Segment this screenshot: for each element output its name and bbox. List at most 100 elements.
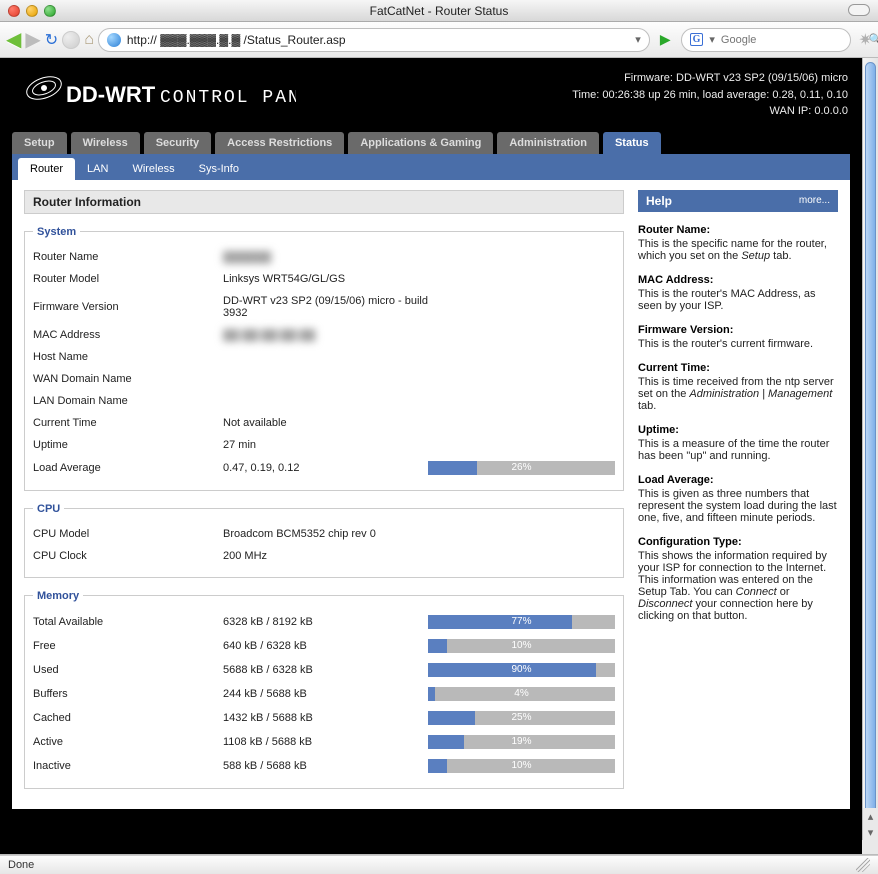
info-row: Cached1432 kB / 5688 kB25% bbox=[33, 706, 615, 730]
progress-percent: 77% bbox=[428, 615, 615, 629]
info-row: CPU Clock200 MHz bbox=[33, 545, 615, 567]
help-item-title: Configuration Type: bbox=[638, 536, 838, 548]
section-cpu: CPU CPU ModelBroadcom BCM5352 chip rev 0C… bbox=[24, 503, 624, 578]
info-key: Firmware Version bbox=[33, 301, 223, 313]
subtab-lan[interactable]: LAN bbox=[75, 158, 120, 180]
svg-text:CONTROL PANEL: CONTROL PANEL bbox=[160, 88, 296, 108]
info-value: 244 kB / 5688 kB bbox=[223, 688, 428, 700]
info-key: Current Time bbox=[33, 417, 223, 429]
info-key: Host Name bbox=[33, 351, 223, 363]
info-key: Uptime bbox=[33, 439, 223, 451]
help-more-link[interactable]: more... bbox=[799, 195, 830, 206]
address-bar[interactable]: ▾ bbox=[98, 28, 650, 52]
google-icon: G bbox=[690, 33, 704, 46]
progress-percent: 19% bbox=[428, 735, 615, 749]
subtab-sys-info[interactable]: Sys-Info bbox=[187, 158, 251, 180]
tab-administration[interactable]: Administration bbox=[497, 132, 599, 154]
info-value: 5688 kB / 6328 kB bbox=[223, 664, 428, 676]
section-legend: CPU bbox=[33, 503, 64, 515]
help-item-title: MAC Address: bbox=[638, 274, 838, 286]
info-row: Router Name▓▓▓▓▓▓ bbox=[33, 246, 615, 268]
info-value: ▓▓:▓▓:▓▓:▓▓:▓▓ bbox=[223, 329, 428, 341]
info-row: CPU ModelBroadcom BCM5352 chip rev 0 bbox=[33, 523, 615, 545]
home-button[interactable]: ⌂ bbox=[84, 31, 94, 49]
tab-setup[interactable]: Setup bbox=[12, 132, 67, 154]
info-row: LAN Domain Name bbox=[33, 390, 615, 412]
status-text: Done bbox=[8, 859, 34, 871]
tab-access-restrictions[interactable]: Access Restrictions bbox=[215, 132, 344, 154]
help-item-body: This shows the information required by y… bbox=[638, 550, 827, 622]
subtab-router[interactable]: Router bbox=[18, 158, 75, 180]
info-value: 588 kB / 5688 kB bbox=[223, 760, 428, 772]
info-value: 1432 kB / 5688 kB bbox=[223, 712, 428, 724]
info-row: Total Available6328 kB / 8192 kB77% bbox=[33, 610, 615, 634]
brand-logo: DD-WRT CONTROL PANEL bbox=[14, 66, 296, 120]
svg-text:DD-WRT: DD-WRT bbox=[66, 82, 156, 107]
scrollbar-thumb[interactable] bbox=[865, 62, 876, 822]
subtab-wireless[interactable]: Wireless bbox=[120, 158, 186, 180]
tab-wireless[interactable]: Wireless bbox=[71, 132, 140, 154]
help-item-title: Uptime: bbox=[638, 424, 838, 436]
wanip-line: WAN IP: 0.0.0.0 bbox=[572, 103, 848, 120]
browser-toolbar: ◀ ▶ ↻ ⌂ ▾ ▶ G▾ 🔍 ✷ bbox=[0, 22, 878, 58]
help-item: Firmware Version: This is the router's cu… bbox=[638, 324, 838, 350]
tab-status[interactable]: Status bbox=[603, 132, 661, 154]
info-value: ▓▓▓▓▓▓ bbox=[223, 251, 428, 263]
resize-handle[interactable] bbox=[862, 840, 878, 854]
forward-button[interactable]: ▶ bbox=[25, 30, 40, 50]
tab-applications-gaming[interactable]: Applications & Gaming bbox=[348, 132, 493, 154]
help-item: Router Name:This is the specific name fo… bbox=[638, 224, 838, 262]
progress-bar: 25% bbox=[428, 711, 615, 725]
section-legend: System bbox=[33, 226, 80, 238]
info-key: Active bbox=[33, 736, 223, 748]
toolbar-toggle-button[interactable] bbox=[848, 4, 870, 16]
progress-bar: 26% bbox=[428, 461, 615, 475]
help-item: Load Average:This is given as three numb… bbox=[638, 474, 838, 524]
section-legend: Memory bbox=[33, 590, 83, 602]
help-item-title: Load Average: bbox=[638, 474, 838, 486]
address-history-dropdown[interactable]: ▾ bbox=[635, 33, 641, 46]
info-value: 6328 kB / 8192 kB bbox=[223, 616, 428, 628]
info-key: WAN Domain Name bbox=[33, 373, 223, 385]
progress-bar: 10% bbox=[428, 639, 615, 653]
panel-title: Router Information bbox=[24, 190, 624, 214]
help-item-body: This is the router's current firmware. bbox=[638, 338, 813, 350]
info-row: Active1108 kB / 5688 kB19% bbox=[33, 730, 615, 754]
info-row: Used5688 kB / 6328 kB90% bbox=[33, 658, 615, 682]
tab-security[interactable]: Security bbox=[144, 132, 211, 154]
scroll-down-button[interactable]: ▾ bbox=[863, 824, 878, 840]
window-resize-grip[interactable] bbox=[856, 858, 870, 872]
info-value: 0.47, 0.19, 0.12 bbox=[223, 462, 428, 474]
info-value: Broadcom BCM5352 chip rev 0 bbox=[223, 528, 428, 540]
window-titlebar: FatCatNet - Router Status bbox=[0, 0, 878, 22]
info-key: Router Model bbox=[33, 273, 223, 285]
progress-bar: 77% bbox=[428, 615, 615, 629]
info-row: Firmware VersionDD-WRT v23 SP2 (09/15/06… bbox=[33, 290, 615, 324]
help-item-title: Firmware Version: bbox=[638, 324, 838, 336]
reload-button[interactable]: ↻ bbox=[45, 30, 58, 50]
info-row: WAN Domain Name bbox=[33, 368, 615, 390]
go-button[interactable]: ▶ bbox=[660, 31, 671, 48]
stop-button[interactable] bbox=[62, 31, 80, 49]
back-button[interactable]: ◀ bbox=[6, 30, 21, 50]
main-tabs: SetupWirelessSecurityAccess Restrictions… bbox=[0, 124, 862, 154]
info-key: MAC Address bbox=[33, 329, 223, 341]
scrollbar-track[interactable]: ▴ ▾ bbox=[862, 58, 878, 854]
info-value: 27 min bbox=[223, 439, 428, 451]
url-input[interactable] bbox=[127, 33, 629, 47]
window-title: FatCatNet - Router Status bbox=[0, 4, 878, 18]
progress-percent: 25% bbox=[428, 711, 615, 725]
time-line: Time: 00:26:38 up 26 min, load average: … bbox=[572, 87, 848, 104]
info-value: Not available bbox=[223, 417, 428, 429]
search-input[interactable] bbox=[721, 34, 863, 46]
scroll-up-button[interactable]: ▴ bbox=[863, 808, 878, 824]
help-item-body: This is time received from the ntp serve… bbox=[638, 376, 834, 412]
firmware-line: Firmware: DD-WRT v23 SP2 (09/15/06) micr… bbox=[572, 70, 848, 87]
progress-percent: 90% bbox=[428, 663, 615, 677]
info-row: Router ModelLinksys WRT54G/GL/GS bbox=[33, 268, 615, 290]
bug-report-icon[interactable]: ✷ bbox=[859, 30, 872, 50]
search-bar[interactable]: G▾ 🔍 bbox=[681, 28, 851, 52]
sub-tabs: RouterLANWirelessSys-Info bbox=[12, 154, 850, 180]
page-content: DD-WRT CONTROL PANEL Firmware: DD-WRT v2… bbox=[0, 58, 862, 854]
info-key: Total Available bbox=[33, 616, 223, 628]
